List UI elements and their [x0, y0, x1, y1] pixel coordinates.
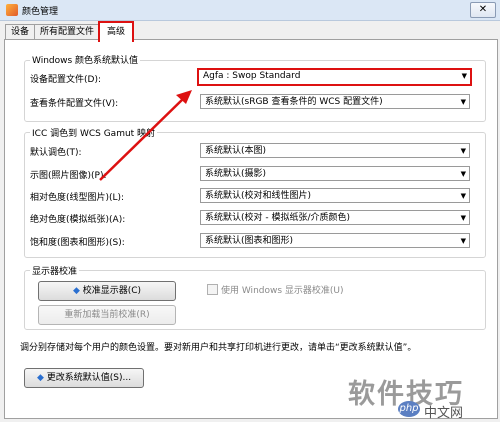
watermark-php-cn: 中文网 — [424, 406, 464, 421]
annotation-arrow — [99, 90, 192, 181]
php-logo-badge: php — [398, 401, 420, 417]
tab-advanced[interactable]: 高级 — [98, 21, 134, 42]
